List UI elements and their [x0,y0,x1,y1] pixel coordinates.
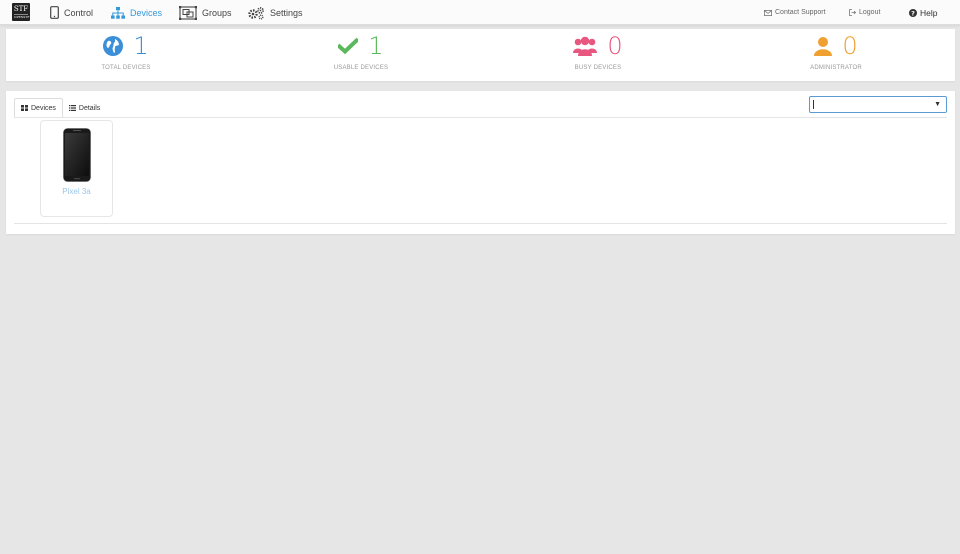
nav-control-label: Control [64,7,94,18]
check-icon [338,38,359,54]
mobile-phone-icon [50,6,59,19]
svg-text:?: ? [911,9,915,17]
device-search-input[interactable]: ▼ [809,96,947,113]
nav-devices-label: Devices [130,7,163,18]
device-stats-panel: 1 TOTAL DEVICES 1 USABLE DEVICES 0 BUSY … [6,29,955,81]
stat-administrator: 0 ADMINISTRATOR [736,33,936,71]
help-link[interactable]: ? Help [909,0,937,25]
nav-devices[interactable]: Devices [111,0,162,25]
stat-busy-devices: 0 BUSY DEVICES [498,33,698,71]
panel-divider [14,223,947,224]
busy-devices-count: 0 [607,32,623,60]
object-group-icon [179,5,197,20]
device-card[interactable]: Pixel 3a [40,120,113,217]
tabs-divider [14,117,947,118]
logo-subtext: OPENSTF [14,14,30,19]
envelope-icon [764,9,772,16]
view-tabs: Devices Details [14,98,106,118]
nav-settings[interactable]: Settings [247,0,303,25]
sign-out-icon [849,9,856,16]
total-devices-label: TOTAL DEVICES [101,65,151,71]
dropdown-arrow-icon[interactable]: ▼ [934,101,941,108]
administrator-count: 0 [842,32,858,60]
usable-devices-label: USABLE DEVICES [333,65,389,71]
nav-settings-label: Settings [270,7,303,18]
users-icon [573,36,598,56]
devices-panel: Devices Details ▼ Pixel 3a [6,91,955,234]
phone-image [63,128,91,182]
tab-details[interactable]: Details [63,98,106,118]
stat-usable-devices: 1 USABLE DEVICES [261,33,461,71]
sitemap-icon [111,6,125,19]
logo-text: STF [13,5,29,13]
total-devices-count: 1 [133,32,149,60]
device-name: Pixel 3a [62,187,91,196]
help-label: Help [920,7,938,18]
question-circle-icon: ? [909,8,917,17]
tab-details-label: Details [78,104,101,112]
contact-support-label: Contact Support [775,9,826,16]
logout-label: Logout [859,9,881,16]
nav-control[interactable]: Control [50,0,93,25]
contact-support-link[interactable]: Contact Support [764,0,826,25]
stat-total-devices: 1 TOTAL DEVICES [26,33,226,71]
tab-devices[interactable]: Devices [14,98,63,118]
busy-devices-label: BUSY DEVICES [574,65,622,71]
globe-icon [103,36,124,56]
nav-groups-label: Groups [202,7,232,18]
nav-groups[interactable]: Groups [179,0,232,25]
text-caret [813,100,814,109]
usable-devices-count: 1 [368,32,384,60]
tab-devices-label: Devices [31,104,56,112]
gears-icon [248,6,264,19]
user-icon [814,37,833,56]
list-icon [68,105,76,111]
th-large-icon [21,105,28,111]
logout-link[interactable]: Logout [849,0,880,25]
stf-logo[interactable]: STF OPENSTF [12,3,30,21]
administrator-label: ADMINISTRATOR [810,65,862,71]
top-navbar: STF OPENSTF Control Devices Groups Setti… [0,0,960,25]
